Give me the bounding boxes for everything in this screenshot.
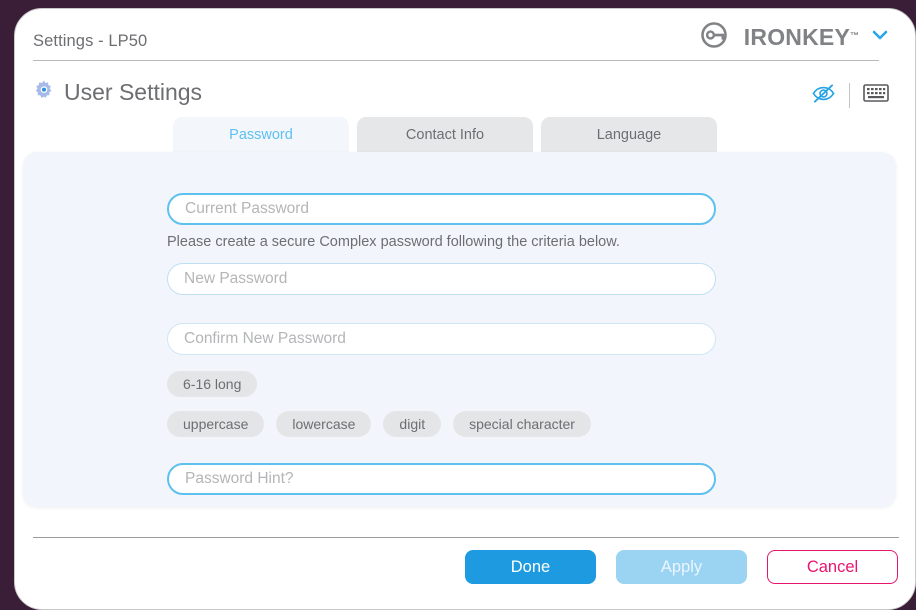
criteria-chip-length: 6-16 long (167, 371, 258, 397)
brand-name: IRONKEY™ (743, 23, 859, 50)
current-password-input[interactable]: Current Password (167, 193, 716, 225)
apply-button[interactable]: Apply (616, 550, 747, 584)
criteria-chip-uppercase: uppercase (167, 411, 265, 437)
password-helper-text: Please create a secure Complex password … (167, 234, 620, 250)
trademark-symbol: ™ (850, 30, 859, 41)
header-tools (811, 82, 889, 109)
done-button[interactable]: Done (465, 550, 596, 584)
section-header: User Settings (15, 61, 915, 118)
tab-bar: Password Contact Info Language (15, 117, 915, 153)
tools-divider (849, 83, 850, 108)
chevron-down-icon[interactable] (870, 27, 890, 48)
keyboard-icon[interactable] (863, 83, 889, 108)
criteria-row-classes: uppercase lowercase digit special charac… (167, 411, 591, 437)
gear-icon (33, 79, 55, 106)
footer-buttons: Done Apply Cancel (465, 550, 898, 584)
tab-language[interactable]: Language (541, 117, 717, 153)
window-title: Settings - LP50 (33, 32, 148, 50)
title-bar: Settings - LP50 IRONKEY™ (15, 9, 915, 61)
eye-slash-icon[interactable] (811, 82, 836, 109)
settings-window: Settings - LP50 IRONKEY™ User Settings P… (14, 8, 916, 610)
page-title-group: User Settings (33, 79, 202, 106)
confirm-new-password-input[interactable]: Confirm New Password (167, 323, 716, 355)
criteria-chip-digit: digit (383, 411, 442, 437)
ironkey-circle-key-logo (699, 21, 735, 54)
criteria-chip-special-character: special character (453, 411, 591, 437)
page-title: User Settings (64, 79, 203, 105)
criteria-row-length: 6-16 long (167, 371, 258, 397)
footer-divider (33, 537, 899, 538)
tab-contact-info[interactable]: Contact Info (357, 117, 533, 153)
criteria-chip-lowercase: lowercase (276, 411, 372, 437)
new-password-input[interactable]: New Password (167, 263, 716, 295)
tab-password[interactable]: Password (173, 117, 349, 153)
cancel-button[interactable]: Cancel (767, 550, 898, 584)
brand-logo-group[interactable]: IRONKEY™ (699, 21, 890, 54)
brand-name-text: IRONKEY (743, 23, 850, 50)
password-hint-input[interactable]: Password Hint? (167, 463, 716, 495)
settings-panel: Current Password Please create a secure … (23, 152, 896, 507)
